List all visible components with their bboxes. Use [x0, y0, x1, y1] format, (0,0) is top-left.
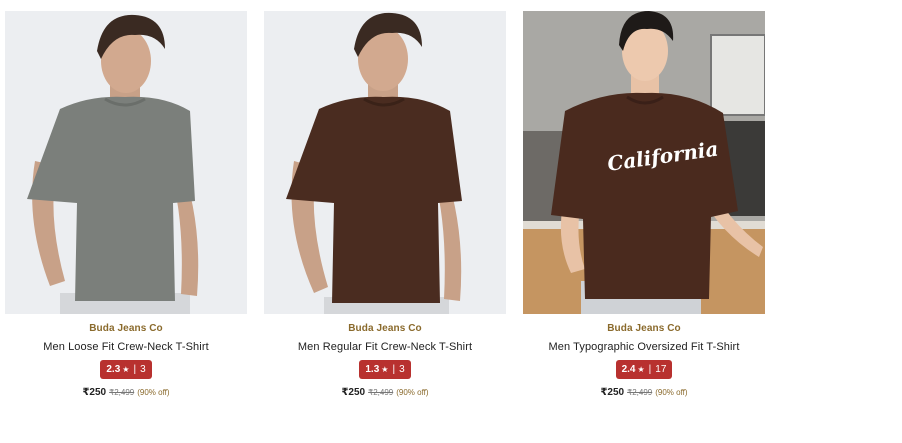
original-price: ₹2,499: [109, 388, 135, 397]
star-icon: ★: [637, 365, 645, 374]
product-brand: Buda Jeans Co: [348, 323, 422, 334]
product-card[interactable]: Buda Jeans Co Men Regular Fit Crew-Neck …: [264, 11, 506, 399]
product-image[interactable]: [264, 11, 506, 314]
product-title[interactable]: Men Typographic Oversized Fit T-Shirt: [549, 341, 740, 354]
discount-label: (90% off): [396, 388, 429, 397]
original-price: ₹2,499: [627, 388, 653, 397]
rating-score: 2.3: [106, 364, 121, 375]
product-brand: Buda Jeans Co: [607, 323, 681, 334]
rating-separator: |: [392, 364, 396, 375]
product-brand: Buda Jeans Co: [89, 323, 163, 334]
rating-score: 1.3: [365, 364, 380, 375]
price-row: ₹250 ₹2,499 (90% off): [82, 387, 169, 399]
product-image[interactable]: California: [523, 11, 765, 314]
star-icon: ★: [122, 365, 130, 374]
product-title[interactable]: Men Loose Fit Crew-Neck T-Shirt: [43, 341, 209, 354]
price-row: ₹250 ₹2,499 (90% off): [600, 387, 687, 399]
star-icon: ★: [381, 365, 389, 374]
original-price: ₹2,499: [368, 388, 394, 397]
rating-badge: 2.3 ★ | 3: [100, 360, 152, 379]
review-count: 3: [399, 364, 405, 375]
sale-price: ₹250: [82, 387, 107, 398]
review-count: 17: [655, 364, 667, 375]
sale-price: ₹250: [341, 387, 366, 398]
review-count: 3: [140, 364, 146, 375]
rating-badge: 2.4 ★ | 17: [615, 360, 673, 379]
product-image[interactable]: [5, 11, 247, 314]
rating-badge: 1.3 ★ | 3: [359, 360, 411, 379]
product-title[interactable]: Men Regular Fit Crew-Neck T-Shirt: [298, 341, 472, 354]
discount-label: (90% off): [655, 388, 688, 397]
rating-separator: |: [133, 364, 137, 375]
price-row: ₹250 ₹2,499 (90% off): [341, 387, 428, 399]
rating-separator: |: [648, 364, 652, 375]
product-card[interactable]: Buda Jeans Co Men Loose Fit Crew-Neck T-…: [5, 11, 247, 399]
discount-label: (90% off): [137, 388, 170, 397]
sale-price: ₹250: [600, 387, 625, 398]
product-card[interactable]: California Buda Jeans Co Men Typographic…: [523, 11, 765, 399]
rating-score: 2.4: [621, 364, 636, 375]
product-grid: Buda Jeans Co Men Loose Fit Crew-Neck T-…: [5, 11, 765, 399]
